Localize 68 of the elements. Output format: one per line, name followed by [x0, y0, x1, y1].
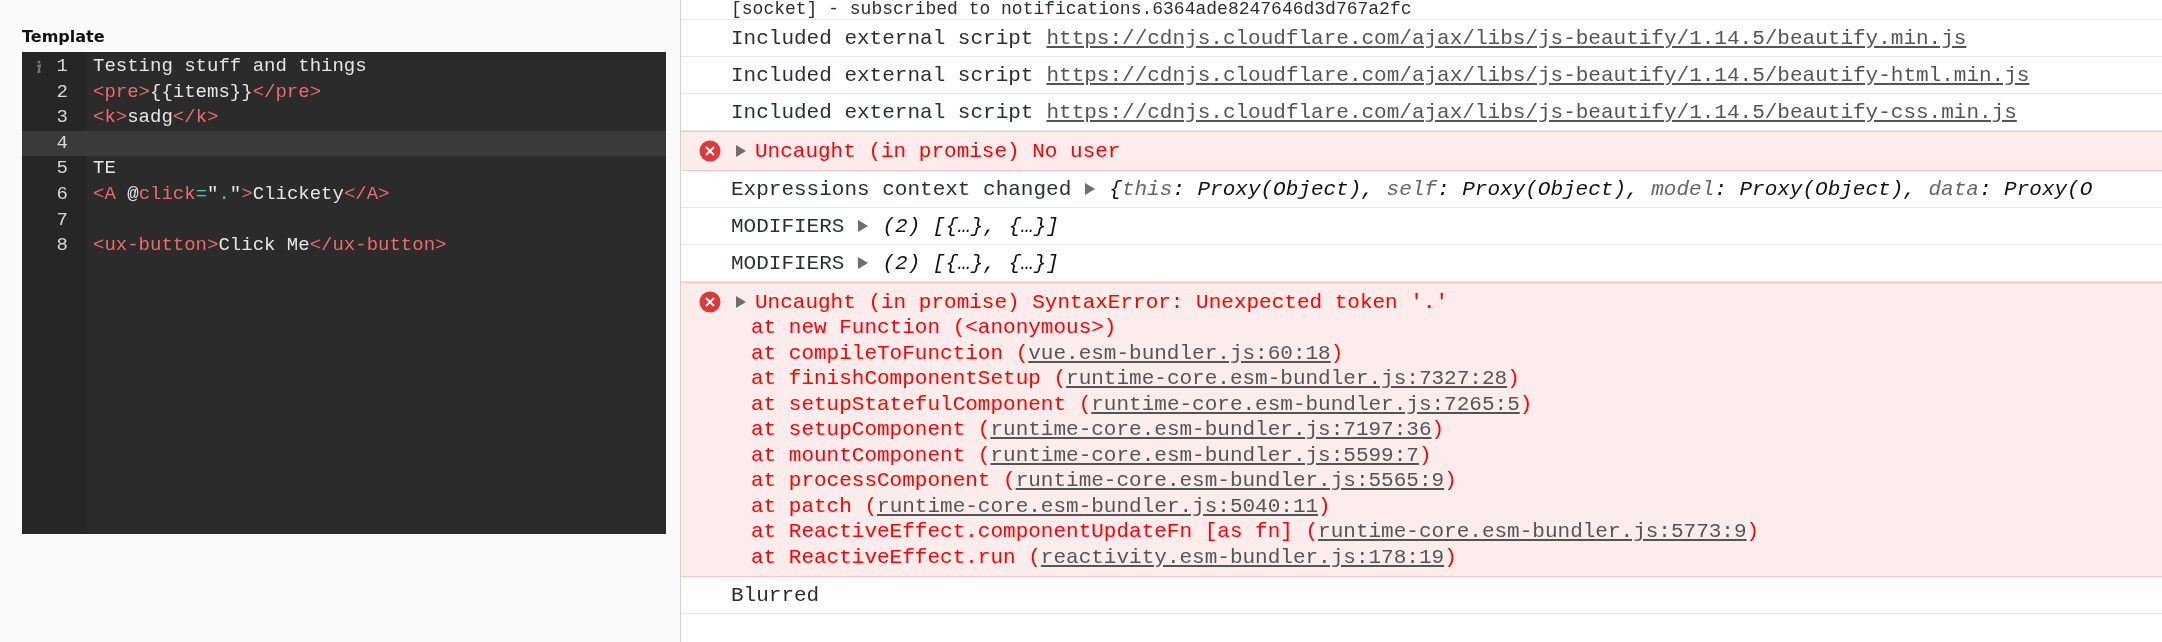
console-message: Blurred — [681, 577, 2162, 614]
source-link[interactable]: runtime-core.esm-bundler.js:5773:9 — [1318, 520, 1747, 543]
source-link[interactable]: runtime-core.esm-bundler.js:5040:11 — [877, 494, 1319, 518]
line-number: 2 — [56, 79, 68, 105]
error-icon — [699, 291, 721, 313]
object-preview[interactable]: {this: Proxy(Object), self: Proxy(Object), model: Proxy(Object), data: Proxy(O — [1109, 177, 2093, 201]
expand-icon[interactable] — [857, 256, 870, 270]
console-message: Included external script — [731, 63, 1034, 87]
stack-frame: at setupComponent ( — [751, 418, 991, 441]
line-number: 3 — [56, 105, 68, 131]
stack-frame: at patch ( — [751, 494, 878, 518]
line-number: 6 — [56, 181, 68, 207]
stack-frame: at new Function (<anonymous>) — [751, 316, 1117, 339]
stack-frame-paren: ) — [1318, 494, 1331, 518]
console-message: MODIFIERS — [731, 214, 845, 238]
source-link[interactable]: reactivity.esm-bundler.js:178:19 — [1040, 545, 1445, 569]
source-link[interactable]: runtime-core.esm-bundler.js:5599:7 — [990, 443, 1419, 467]
console-message: Included external script — [731, 26, 1034, 50]
source-link[interactable]: runtime-core.esm-bundler.js:7327:28 — [1066, 367, 1508, 390]
stack-frame: at finishComponentSetup ( — [751, 367, 1067, 390]
source-link[interactable]: runtime-core.esm-bundler.js:7197:36 — [990, 418, 1432, 441]
stack-frame: at compileToFunction ( — [751, 341, 1029, 365]
expand-icon[interactable] — [1084, 182, 1097, 196]
console-message: [socket] - subscribed to notifications.6364ade8247646d3d767a2fc — [681, 0, 2162, 20]
source-link[interactable]: vue.esm-bundler.js:60:18 — [1028, 341, 1331, 365]
object-preview[interactable]: (2) [{…}, {…}] — [882, 214, 1059, 238]
stack-frame-paren: ) — [1444, 545, 1457, 569]
stack-frame-paren: ) — [1746, 520, 1760, 543]
console-message: MODIFIERS — [731, 251, 845, 275]
error-message: Uncaught (in promise) No user — [755, 139, 1121, 163]
stack-frame-paren: ) — [1418, 443, 1432, 467]
source-link[interactable]: runtime-core.esm-bundler.js:7265:5 — [1091, 392, 1520, 416]
script-link[interactable]: https://cdnjs.cloudflare.com/ajax/libs/js-beautify/1.14.5/beautify-css.min.js — [1046, 100, 2017, 124]
stack-frame-paren: ) — [1507, 367, 1520, 390]
line-number: 8 — [56, 233, 68, 259]
stack-frame-paren: ) — [1444, 469, 1457, 492]
line-number: 5 — [56, 156, 68, 182]
panel-label: Template — [22, 26, 106, 48]
console-message: Included external script — [731, 100, 1034, 124]
expand-icon[interactable] — [857, 219, 870, 233]
line-number: 4 — [56, 130, 68, 156]
stack-frame: at ReactiveEffect.componentUpdateFn [as fn] ( — [751, 520, 1319, 543]
script-link[interactable]: https://cdnjs.cloudflare.com/ajax/libs/js-beautify/1.14.5/beautify-html.min.js — [1046, 63, 2030, 87]
expand-icon[interactable] — [735, 144, 747, 158]
stack-frame: at mountComponent ( — [751, 443, 991, 467]
code-editor[interactable]: 1 Testing stuff and things 2 <pre>{{items}}</pre> 3 <k>sadg</k> 4 5 TE 6 <A @click=".">Clickety</A> 7 8 <ux-button>Click Me</ux-button> — [22, 52, 666, 534]
stack-frame-paren: ) — [1519, 392, 1533, 416]
line-number: 1 — [56, 54, 68, 79]
code-line: <k>sadg</k> — [92, 105, 219, 131]
error-message: Uncaught (in promise) SyntaxError: Unexpected token '.' — [755, 290, 1449, 314]
stack-frame: at ReactiveEffect.run ( — [751, 545, 1041, 569]
info-icon[interactable] — [34, 58, 42, 75]
stack-frame: at processComponent ( — [751, 469, 1016, 492]
code-line: <pre>{{items}}</pre> — [92, 79, 322, 105]
error-icon — [699, 140, 721, 162]
line-number: 7 — [56, 207, 68, 233]
expand-icon[interactable] — [735, 295, 747, 309]
stack-frame-paren: ) — [1431, 418, 1445, 441]
code-line: <A @click=".">Clickety</A> — [92, 181, 390, 207]
object-preview[interactable]: (2) [{…}, {…}] — [882, 251, 1059, 275]
code-line: Testing stuff and things — [92, 54, 367, 79]
console-message: Expressions context changed — [731, 177, 1072, 201]
stack-frame-paren: ) — [1330, 341, 1344, 365]
code-line: TE — [92, 156, 116, 182]
stack-frame: at setupStatefulComponent ( — [751, 392, 1092, 416]
script-link[interactable]: https://cdnjs.cloudflare.com/ajax/libs/js-beautify/1.14.5/beautify.min.js — [1046, 26, 1967, 50]
code-line: <ux-button>Click Me</ux-button> — [92, 233, 447, 259]
source-link[interactable]: runtime-core.esm-bundler.js:5565:9 — [1015, 469, 1445, 492]
